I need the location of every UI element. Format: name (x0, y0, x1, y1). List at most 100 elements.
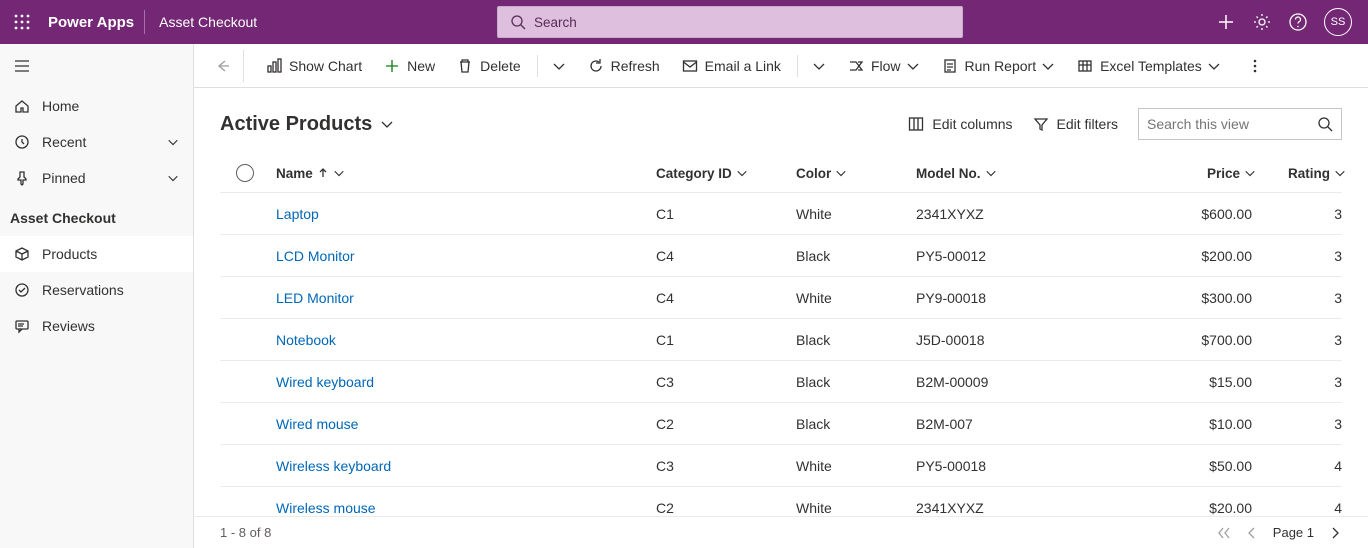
back-button[interactable] (212, 50, 244, 82)
record-range: 1 - 8 of 8 (220, 525, 271, 540)
sidebar-item-reviews[interactable]: Reviews (0, 308, 193, 344)
report-icon (942, 58, 958, 74)
view-selector[interactable]: Active Products (220, 113, 394, 136)
row-model: B2M-00009 (916, 374, 1096, 390)
table-row[interactable]: NotebookC1BlackJ5D-00018$700.003 (220, 318, 1342, 360)
cmd-refresh[interactable]: Refresh (580, 50, 668, 82)
table-row[interactable]: LED MonitorC4WhitePY9-00018$300.003 (220, 276, 1342, 318)
row-name-link[interactable]: Notebook (276, 332, 656, 348)
recent-icon (14, 134, 30, 150)
cmd-email-split[interactable] (806, 50, 834, 82)
columns-icon (908, 116, 924, 132)
sidebar-group-title: Asset Checkout (0, 196, 193, 236)
excel-icon (1077, 58, 1093, 74)
plus-icon (384, 58, 400, 74)
select-all-checkbox[interactable] (220, 164, 276, 182)
cmd-flow[interactable]: Flow (840, 50, 928, 82)
cmd-excel-templates[interactable]: Excel Templates (1069, 50, 1229, 82)
row-color: White (796, 500, 916, 516)
row-price: $700.00 (1096, 332, 1256, 348)
table-row[interactable]: LaptopC1White2341XYXZ$600.003 (220, 192, 1342, 234)
table-row[interactable]: Wired mouseC2BlackB2M-007$10.003 (220, 402, 1342, 444)
cmd-email-link[interactable]: Email a Link (674, 50, 789, 82)
cmd-new[interactable]: New (376, 50, 443, 82)
app-launcher-icon[interactable] (0, 14, 44, 30)
add-icon[interactable] (1216, 12, 1236, 32)
view-search[interactable] (1138, 108, 1342, 140)
col-category-id[interactable]: Category ID (656, 166, 796, 181)
mail-icon (682, 58, 698, 74)
table-row[interactable]: Wired keyboardC3BlackB2M-00009$15.003 (220, 360, 1342, 402)
cmd-show-chart[interactable]: Show Chart (258, 50, 370, 82)
row-model: J5D-00018 (916, 332, 1096, 348)
row-name-link[interactable]: Wireless keyboard (276, 458, 656, 474)
chevron-down-icon (552, 59, 566, 73)
help-icon[interactable] (1288, 12, 1308, 32)
col-rating[interactable]: Rating (1256, 166, 1346, 181)
chevron-down-icon (1207, 59, 1221, 73)
row-model: PY9-00018 (916, 290, 1096, 306)
row-name-link[interactable]: Wired mouse (276, 416, 656, 432)
sort-asc-icon (317, 167, 329, 179)
more-vertical-icon (1247, 58, 1263, 74)
table-row[interactable]: LCD MonitorC4BlackPY5-00012$200.003 (220, 234, 1342, 276)
sidebar-toggle[interactable] (0, 44, 193, 88)
col-color[interactable]: Color (796, 166, 916, 181)
cmd-delete-split[interactable] (546, 50, 574, 82)
col-name[interactable]: Name (276, 166, 656, 181)
sidebar-item-label: Home (42, 98, 79, 114)
products-icon (14, 246, 30, 262)
row-model: B2M-007 (916, 416, 1096, 432)
cmd-overflow[interactable] (1239, 50, 1271, 82)
row-rating: 3 (1256, 416, 1346, 432)
row-model: PY5-00012 (916, 248, 1096, 264)
sidebar-item-recent[interactable]: Recent (0, 124, 193, 160)
global-search-input[interactable]: Search (497, 6, 963, 38)
sidebar-item-pinned[interactable]: Pinned (0, 160, 193, 196)
view-search-input[interactable] (1147, 116, 1297, 132)
row-name-link[interactable]: LED Monitor (276, 290, 656, 306)
view-title-text: Active Products (220, 113, 372, 136)
gear-icon[interactable] (1252, 12, 1272, 32)
cmd-run-report[interactable]: Run Report (934, 50, 1064, 82)
row-name-link[interactable]: Laptop (276, 206, 656, 222)
product-brand: Power Apps (44, 14, 144, 31)
row-rating: 4 (1256, 500, 1346, 516)
page-next-icon[interactable] (1328, 526, 1342, 540)
row-price: $300.00 (1096, 290, 1256, 306)
edit-filters-button[interactable]: Edit filters (1033, 116, 1118, 132)
chevron-down-icon (167, 172, 179, 184)
reviews-icon (14, 318, 30, 334)
page-first-icon[interactable] (1217, 526, 1231, 540)
row-rating: 3 (1256, 374, 1346, 390)
row-category: C3 (656, 458, 796, 474)
row-price: $15.00 (1096, 374, 1256, 390)
row-rating: 3 (1256, 248, 1346, 264)
sidebar-item-label: Reviews (42, 318, 95, 334)
row-color: White (796, 206, 916, 222)
table-row[interactable]: Wireless mouseC2White2341XYXZ$20.004 (220, 486, 1342, 516)
filter-icon (1033, 116, 1049, 132)
row-name-link[interactable]: Wired keyboard (276, 374, 656, 390)
row-name-link[interactable]: Wireless mouse (276, 500, 656, 516)
avatar[interactable]: SS (1324, 8, 1352, 36)
page-prev-icon[interactable] (1245, 526, 1259, 540)
chevron-down-icon (812, 59, 826, 73)
sidebar-item-home[interactable]: Home (0, 88, 193, 124)
row-model: 2341XYXZ (916, 500, 1096, 516)
sidebar-item-products[interactable]: Products (0, 236, 193, 272)
sidebar-item-reservations[interactable]: Reservations (0, 272, 193, 308)
col-model-no[interactable]: Model No. (916, 166, 1096, 181)
row-price: $50.00 (1096, 458, 1256, 474)
row-price: $600.00 (1096, 206, 1256, 222)
row-price: $20.00 (1096, 500, 1256, 516)
table-row[interactable]: Wireless keyboardC3WhitePY5-00018$50.004 (220, 444, 1342, 486)
row-color: Black (796, 332, 916, 348)
cmd-delete[interactable]: Delete (449, 50, 528, 82)
row-rating: 3 (1256, 290, 1346, 306)
edit-columns-button[interactable]: Edit columns (908, 116, 1012, 132)
row-price: $200.00 (1096, 248, 1256, 264)
row-name-link[interactable]: LCD Monitor (276, 248, 656, 264)
col-price[interactable]: Price (1096, 166, 1256, 181)
chevron-down-icon (736, 167, 748, 179)
